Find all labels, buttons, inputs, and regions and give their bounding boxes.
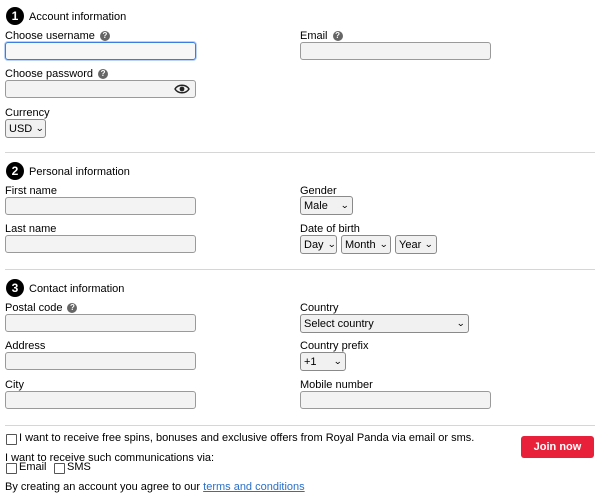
username-label: Choose username? [5, 30, 110, 42]
help-icon[interactable]: ? [98, 69, 109, 79]
gender-select[interactable]: Male ⌄ [300, 196, 353, 215]
help-icon[interactable]: ? [332, 31, 343, 41]
dob-day-select[interactable]: Day ⌄ [300, 235, 337, 254]
sms-checkbox[interactable] [54, 463, 65, 474]
sms-checkbox-label: SMS [67, 461, 91, 473]
first-name-input[interactable] [5, 197, 196, 215]
section-title-personal: Personal information [29, 166, 130, 178]
chevron-down-icon: ⌄ [456, 318, 466, 328]
currency-label: Currency [5, 107, 50, 119]
last-name-input[interactable] [5, 235, 196, 253]
email-label: Email? [300, 30, 343, 42]
chevron-down-icon: ⌄ [340, 200, 350, 210]
address-input[interactable] [5, 352, 196, 370]
country-prefix-label: Country prefix [300, 340, 369, 352]
chevron-down-icon: ⌄ [35, 123, 45, 133]
email-checkbox[interactable] [6, 463, 17, 474]
mobile-label: Mobile number [300, 379, 373, 391]
first-name-label: First name [5, 185, 57, 197]
section-title-contact: Contact information [29, 283, 125, 295]
chevron-down-icon: ⌄ [424, 239, 434, 249]
mobile-input[interactable] [300, 391, 491, 409]
dob-month-select[interactable]: Month ⌄ [341, 235, 391, 254]
country-label: Country [300, 302, 339, 314]
password-input[interactable] [5, 80, 196, 98]
eye-icon[interactable] [173, 81, 191, 97]
country-prefix-select[interactable]: +1 ⌄ [300, 352, 346, 371]
last-name-label: Last name [5, 223, 57, 235]
help-icon[interactable]: ? [99, 31, 110, 41]
section-number-account: 1 [6, 7, 24, 25]
address-label: Address [5, 340, 46, 352]
username-input[interactable] [5, 42, 196, 60]
terms-link[interactable]: terms and conditions [203, 481, 305, 493]
city-label: City [5, 379, 24, 391]
country-select[interactable]: Select country ⌄ [300, 314, 469, 333]
chevron-down-icon: ⌄ [333, 356, 343, 366]
section-title-account: Account information [29, 11, 127, 23]
section-divider [5, 425, 595, 426]
email-input[interactable] [300, 42, 491, 60]
terms-text: By creating an account you agree to our … [5, 481, 305, 493]
section-divider [5, 269, 595, 270]
offers-label: I want to receive free spins, bonuses an… [19, 432, 475, 444]
dob-label: Date of birth [300, 223, 360, 235]
section-number-personal: 2 [6, 162, 24, 180]
city-input[interactable] [5, 391, 196, 409]
password-label: Choose password? [5, 68, 109, 80]
section-number-contact: 3 [6, 279, 24, 297]
email-checkbox-label: Email [19, 461, 47, 473]
help-icon[interactable]: ? [67, 303, 78, 313]
currency-select[interactable]: USD ⌄ [5, 119, 46, 138]
postal-code-label: Postal code? [5, 302, 78, 314]
dob-year-select[interactable]: Year ⌄ [395, 235, 437, 254]
chevron-down-icon: ⌄ [326, 239, 336, 249]
chevron-down-icon: ⌄ [378, 239, 388, 249]
join-now-button[interactable]: Join now [521, 436, 594, 458]
offers-checkbox[interactable] [6, 434, 17, 445]
section-divider [5, 152, 595, 153]
postal-code-input[interactable] [5, 314, 196, 332]
